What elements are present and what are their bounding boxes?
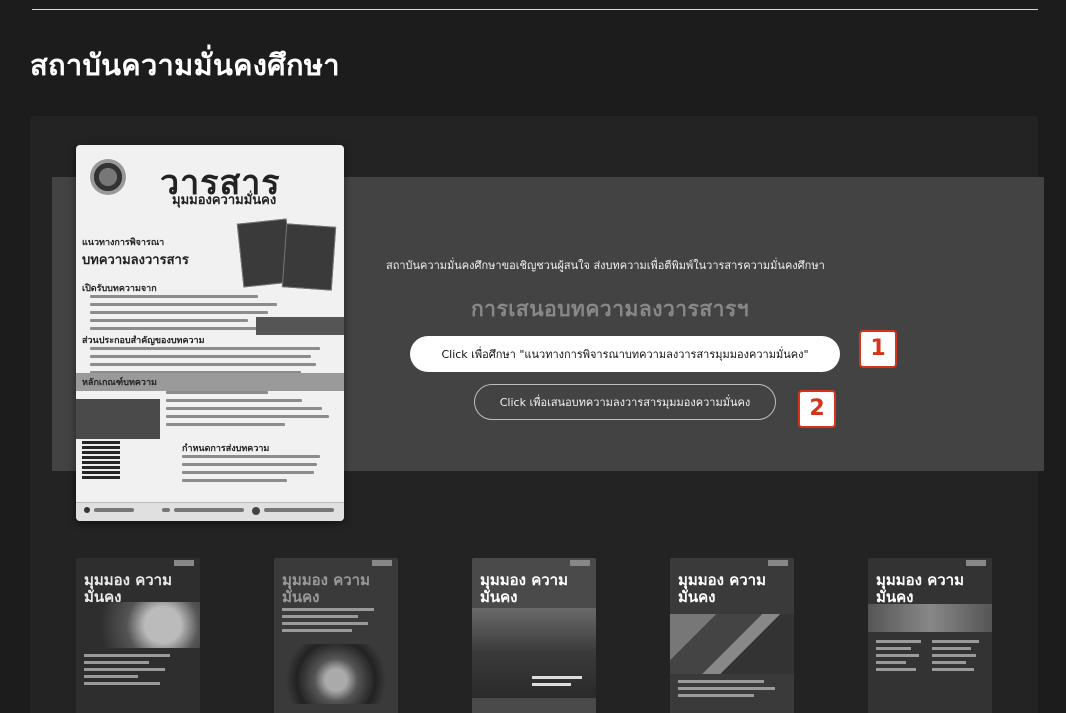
page-title: สถาบันความมั่นคงศึกษา — [30, 48, 340, 82]
journal-issue-thumbnail[interactable]: มุมมอง ความมั่นคง — [76, 558, 200, 713]
thumbnail-text — [532, 676, 588, 690]
issue-tag — [372, 560, 392, 566]
poster-journal-subtitle: มุมมองความมั่นคง — [172, 193, 277, 208]
thumbnail-text — [876, 640, 926, 675]
poster-section-rules: หลักเกณฑ์บทความ — [82, 378, 157, 388]
thumbnail-text — [678, 680, 786, 701]
submit-article-button[interactable]: Click เพื่อเสนอบทความลงวารสารมุมมองความม… — [474, 384, 776, 420]
thumbnail-text — [282, 608, 390, 636]
issue-tag — [570, 560, 590, 566]
poster-section-schedule: กำหนดการส่งบทความ — [182, 444, 270, 454]
poster-guide-line1: แนวทางการพิจารณา — [82, 238, 165, 248]
poster-decor-strip — [256, 317, 344, 335]
thumbnail-art — [868, 604, 992, 632]
thumbnail-art — [274, 644, 398, 704]
invite-text: สถาบันความมั่นคงศึกษาขอเชิญชวนผู้สนใจ ส่… — [386, 259, 825, 272]
poster-guide-line2: บทความลงวารสาร — [82, 253, 189, 268]
poster-phone — [94, 508, 134, 512]
org-logo-icon — [252, 507, 260, 515]
top-divider — [32, 9, 1038, 10]
journal-issue-thumbnail[interactable]: มุมมอง ความมั่นคง — [472, 558, 596, 713]
mail-icon — [162, 508, 170, 512]
journal-issue-thumbnail[interactable]: มุมมอง ความมั่นคง — [670, 558, 794, 713]
thumbnail-title: มุมมอง ความมั่นคง — [84, 571, 172, 606]
phone-icon — [84, 507, 90, 513]
page: สถาบันความมั่นคงศึกษา วารสาร มุมมองความม… — [0, 0, 1066, 713]
poster-text-block — [182, 455, 332, 487]
issue-tag — [966, 560, 986, 566]
journal-poster[interactable]: วารสาร มุมมองความมั่นคง แนวทางการพิจารณา… — [76, 145, 344, 521]
thumbnail-title: มุมมอง ความมั่นคง — [876, 571, 964, 606]
poster-footer — [76, 502, 344, 521]
thumbnail-title: มุมมอง ความมั่นคง — [282, 571, 370, 606]
poster-book-covers — [230, 215, 340, 291]
poster-decor-image — [76, 399, 160, 439]
journal-issue-thumbnail[interactable]: มุมมอง ความมั่นคง — [868, 558, 992, 713]
poster-text-block — [166, 391, 336, 431]
submission-heading: การเสนอบทความลงวารสารฯ — [470, 297, 750, 321]
poster-section-open: เปิดรับบทความจาก — [82, 284, 157, 294]
qr-code-icon — [82, 441, 120, 479]
thumbnail-art — [670, 614, 794, 674]
journal-issue-thumbnail[interactable]: มุมมอง ความมั่นคง — [274, 558, 398, 713]
poster-section-parts: ส่วนประกอบสำคัญของบทความ — [82, 336, 205, 346]
poster-org — [264, 508, 334, 512]
thumbnail-title: มุมมอง ความมั่นคง — [678, 571, 766, 606]
issue-tag — [768, 560, 788, 566]
thumbnail-text — [932, 640, 984, 675]
thumbnail-title: มุมมอง ความมั่นคง — [480, 571, 568, 606]
step-badge-2: 2 — [798, 390, 836, 428]
thumbnail-text — [84, 654, 192, 689]
seal-logo-icon — [90, 159, 126, 195]
study-guidelines-button[interactable]: Click เพื่อศึกษา "แนวทางการพิจารณาบทความ… — [410, 336, 840, 372]
issue-tag — [174, 560, 194, 566]
thumbnail-art — [76, 602, 200, 648]
step-badge-1: 1 — [859, 330, 897, 368]
poster-email — [174, 508, 244, 512]
